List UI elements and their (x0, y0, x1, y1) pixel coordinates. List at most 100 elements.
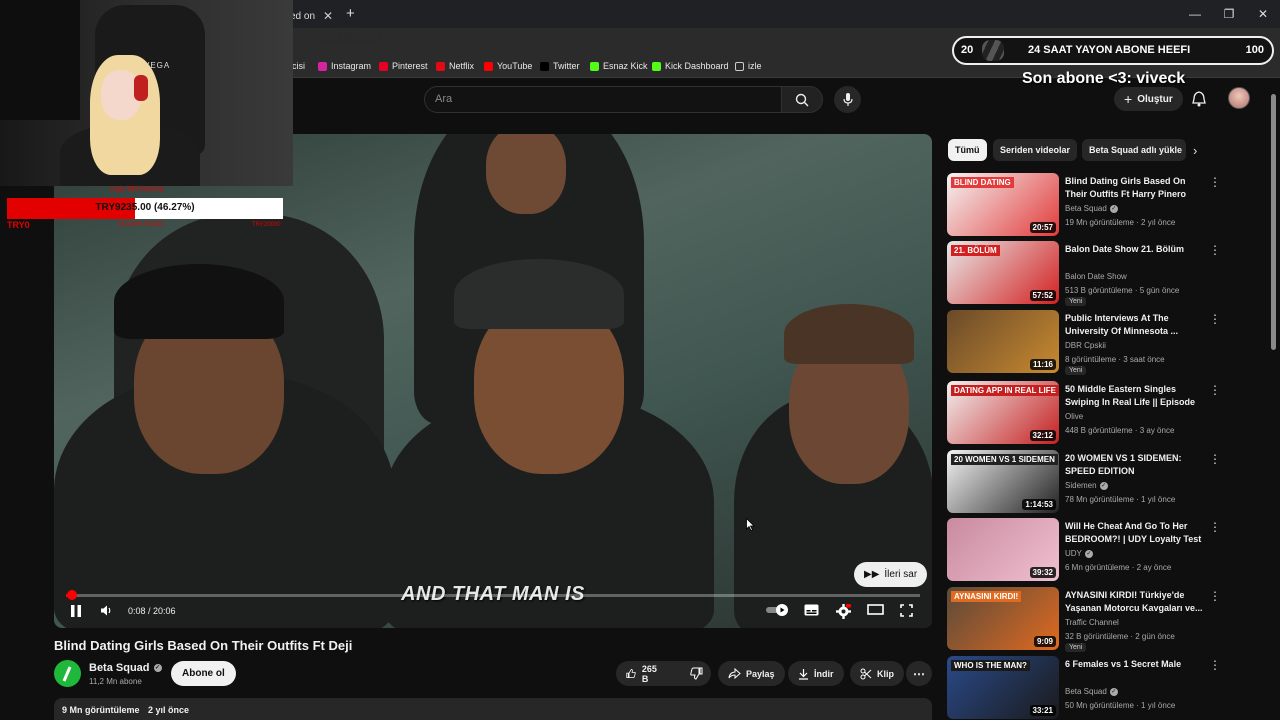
subscribe-button[interactable]: Abone ol (171, 661, 236, 686)
restore-icon[interactable]: ❐ (1212, 0, 1246, 28)
recommendation-item[interactable]: 39:32 Will He Cheat And Go To Her BEDROOM… (947, 518, 1227, 582)
recommendation-title[interactable]: 20 WOMEN VS 1 SIDEMEN: SPEED EDITION (1065, 452, 1205, 478)
thumbs-down-icon (690, 667, 703, 680)
user-avatar[interactable] (1228, 87, 1250, 109)
bookmark-label: Twitter (553, 61, 580, 71)
more-vertical-icon[interactable]: ⋮ (1209, 383, 1221, 397)
bookmark-youtube[interactable]: YouTube (484, 61, 532, 71)
skip-forward-button[interactable]: ▶▶ İleri sar (854, 562, 928, 587)
video-thumbnail[interactable]: 11:16 (947, 310, 1059, 373)
new-badge: Yeni (1065, 643, 1087, 652)
bookmark-esnaz-kick[interactable]: Esnaz Kick (590, 61, 648, 71)
search-input[interactable]: Ara (424, 86, 782, 113)
recommendation-item[interactable]: 11:16 Public Interviews At The University… (947, 310, 1227, 375)
share-button[interactable]: Paylaş (718, 661, 785, 686)
video-thumbnail[interactable]: WHO IS THE MAN? 33:21 (947, 656, 1059, 719)
video-thumbnail[interactable]: 21. BÖLÜM 57:52 (947, 241, 1059, 304)
close-window-icon[interactable]: ✕ (1246, 0, 1280, 28)
new-badge: Yeni (1065, 366, 1087, 375)
settings-button[interactable] (836, 604, 851, 619)
channel-name[interactable]: Beta Squad ✓ (89, 662, 162, 674)
recommendation-item[interactable]: 20 WOMEN VS 1 SIDEMEN 1:14:53 20 WOMEN VS … (947, 450, 1227, 514)
volume-button[interactable] (100, 604, 113, 617)
recommendation-title[interactable]: Balon Date Show 21. Bölüm (1065, 243, 1205, 256)
more-vertical-icon[interactable]: ⋮ (1209, 520, 1221, 534)
more-vertical-icon[interactable]: ⋮ (1209, 658, 1221, 672)
headset (134, 75, 148, 101)
download-button[interactable]: İndir (788, 661, 844, 686)
thumbnail-text: 20 WOMEN VS 1 SIDEMEN (951, 454, 1058, 465)
recommendation-meta: 513 B görüntüleme · 5 gün önce (1065, 286, 1180, 295)
bookmark-kick-dashboard[interactable]: Kick Dashboard (652, 61, 729, 71)
video-thumbnail[interactable]: 39:32 (947, 518, 1059, 581)
chip-channel-uploads[interactable]: Beta Squad adlı yükle (1082, 139, 1186, 161)
view-count: 9 Mn görüntüleme (62, 705, 140, 715)
search-button[interactable] (781, 86, 823, 113)
notifications-bell-icon[interactable] (1192, 91, 1206, 112)
clip-button[interactable]: Klip (850, 661, 904, 686)
recommendation-channel[interactable]: Olive (1065, 412, 1083, 421)
bookmark-pinterest[interactable]: Pinterest (379, 61, 428, 71)
video-thumbnail[interactable]: DATING APP IN REAL LIFE 32:12 (947, 381, 1059, 444)
subscriber-goal-widget: 20 24 SAAT YAYON ABONE HEEFI 100 (952, 36, 1274, 65)
recommendation-channel[interactable]: Beta Squad ✓ (1065, 204, 1118, 213)
more-vertical-icon[interactable]: ⋮ (1209, 589, 1221, 603)
recommendation-title[interactable]: 50 Middle Eastern Singles Swiping In Rea… (1065, 383, 1205, 409)
recommendation-title[interactable]: Blind Dating Girls Based On Their Outfit… (1065, 175, 1205, 201)
page-scrollbar[interactable] (1271, 94, 1276, 350)
recommendation-item[interactable]: 21. BÖLÜM 57:52 Balon Date Show 21. Bölüm B… (947, 241, 1227, 306)
more-vertical-icon[interactable]: ⋮ (1209, 175, 1221, 189)
recommendation-item[interactable]: WHO IS THE MAN? 33:21 6 Females vs 1 Secre… (947, 656, 1227, 720)
pause-button[interactable] (70, 604, 82, 618)
recommendation-channel[interactable]: Traffic Channel (1065, 618, 1119, 627)
recommendation-title[interactable]: Public Interviews At The University Of M… (1065, 312, 1205, 338)
new-tab-icon[interactable]: + (346, 5, 355, 22)
chip-all[interactable]: Tümü (948, 139, 987, 161)
autoplay-toggle[interactable] (766, 604, 790, 616)
recommendation-title[interactable]: 6 Females vs 1 Secret Male (1065, 658, 1205, 671)
recommendation-title[interactable]: Will He Cheat And Go To Her BEDROOM?! | … (1065, 520, 1205, 546)
bookmark-netflix[interactable]: Netflix (436, 61, 474, 71)
tab-close-icon[interactable]: ✕ (323, 9, 333, 23)
recommendation-channel[interactable]: Sidemen ✓ (1065, 481, 1108, 490)
verified-icon: ✓ (1084, 549, 1093, 558)
video-thumbnail[interactable]: BLIND DATING 20:57 (947, 173, 1059, 236)
share-icon (728, 668, 741, 679)
more-vertical-icon[interactable]: ⋮ (1209, 312, 1221, 326)
minimize-icon[interactable]: — (1178, 0, 1212, 28)
voice-search-button[interactable] (834, 86, 861, 113)
chip-series[interactable]: Seriden videolar (993, 139, 1078, 161)
recommendation-channel[interactable]: DBR Cpskii (1065, 341, 1106, 350)
theater-mode-button[interactable] (867, 604, 884, 615)
more-vertical-icon[interactable]: ⋮ (1209, 452, 1221, 466)
recommendation-item[interactable]: DATING APP IN REAL LIFE 32:12 50 Middle Ea… (947, 381, 1227, 445)
more-vertical-icon[interactable]: ⋮ (1209, 243, 1221, 257)
subtitles-button[interactable] (804, 604, 819, 616)
description-box[interactable]: 9 Mn görüntüleme 2 yıl önce (54, 698, 932, 720)
bookmark-twitter[interactable]: Twitter (540, 61, 580, 71)
donation-amount: TRY9235.00 (46.27%) (95, 202, 195, 213)
verified-icon: ✓ (1099, 481, 1108, 490)
recommendation-channel[interactable]: Beta Squad ✓ (1065, 687, 1118, 696)
channel-avatar[interactable] (54, 660, 81, 687)
recommendation-channel[interactable]: Balon Date Show (1065, 272, 1127, 281)
more-actions-button[interactable]: ⋯ (906, 661, 932, 686)
recommendation-channel-name: Beta Squad (1065, 204, 1107, 213)
video-thumbnail[interactable]: AYNASINI KIRDI! 9:09 (947, 587, 1059, 650)
chevron-right-icon[interactable]: › (1193, 143, 1197, 158)
recommendation-item[interactable]: BLIND DATING 20:57 Blind Dating Girls Base… (947, 173, 1227, 237)
fullscreen-button[interactable] (900, 604, 913, 617)
create-button[interactable]: + Oluştur (1114, 87, 1183, 111)
bookmark-izle[interactable]: izle (735, 61, 762, 71)
bookmark-instagram[interactable]: Instagram (318, 61, 371, 71)
recommendation-title[interactable]: AYNASINI KIRDI! Türkiye'de Yaşanan Motor… (1065, 589, 1205, 615)
progress-bar[interactable] (66, 590, 920, 600)
recommendation-channel[interactable]: UDY ✓ (1065, 549, 1093, 558)
recommendation-item[interactable]: AYNASINI KIRDI! 9:09 AYNASINI KIRDI! Türki… (947, 587, 1227, 652)
video-thumbnail[interactable]: 20 WOMEN VS 1 SIDEMEN 1:14:53 (947, 450, 1059, 513)
donation-days-left: 15 DAYS TO GO (118, 222, 164, 228)
thumbs-up-icon (626, 668, 636, 679)
like-button[interactable]: 265 B (616, 661, 670, 686)
progress-scrubber[interactable] (66, 590, 77, 600)
dislike-button[interactable] (680, 661, 713, 686)
